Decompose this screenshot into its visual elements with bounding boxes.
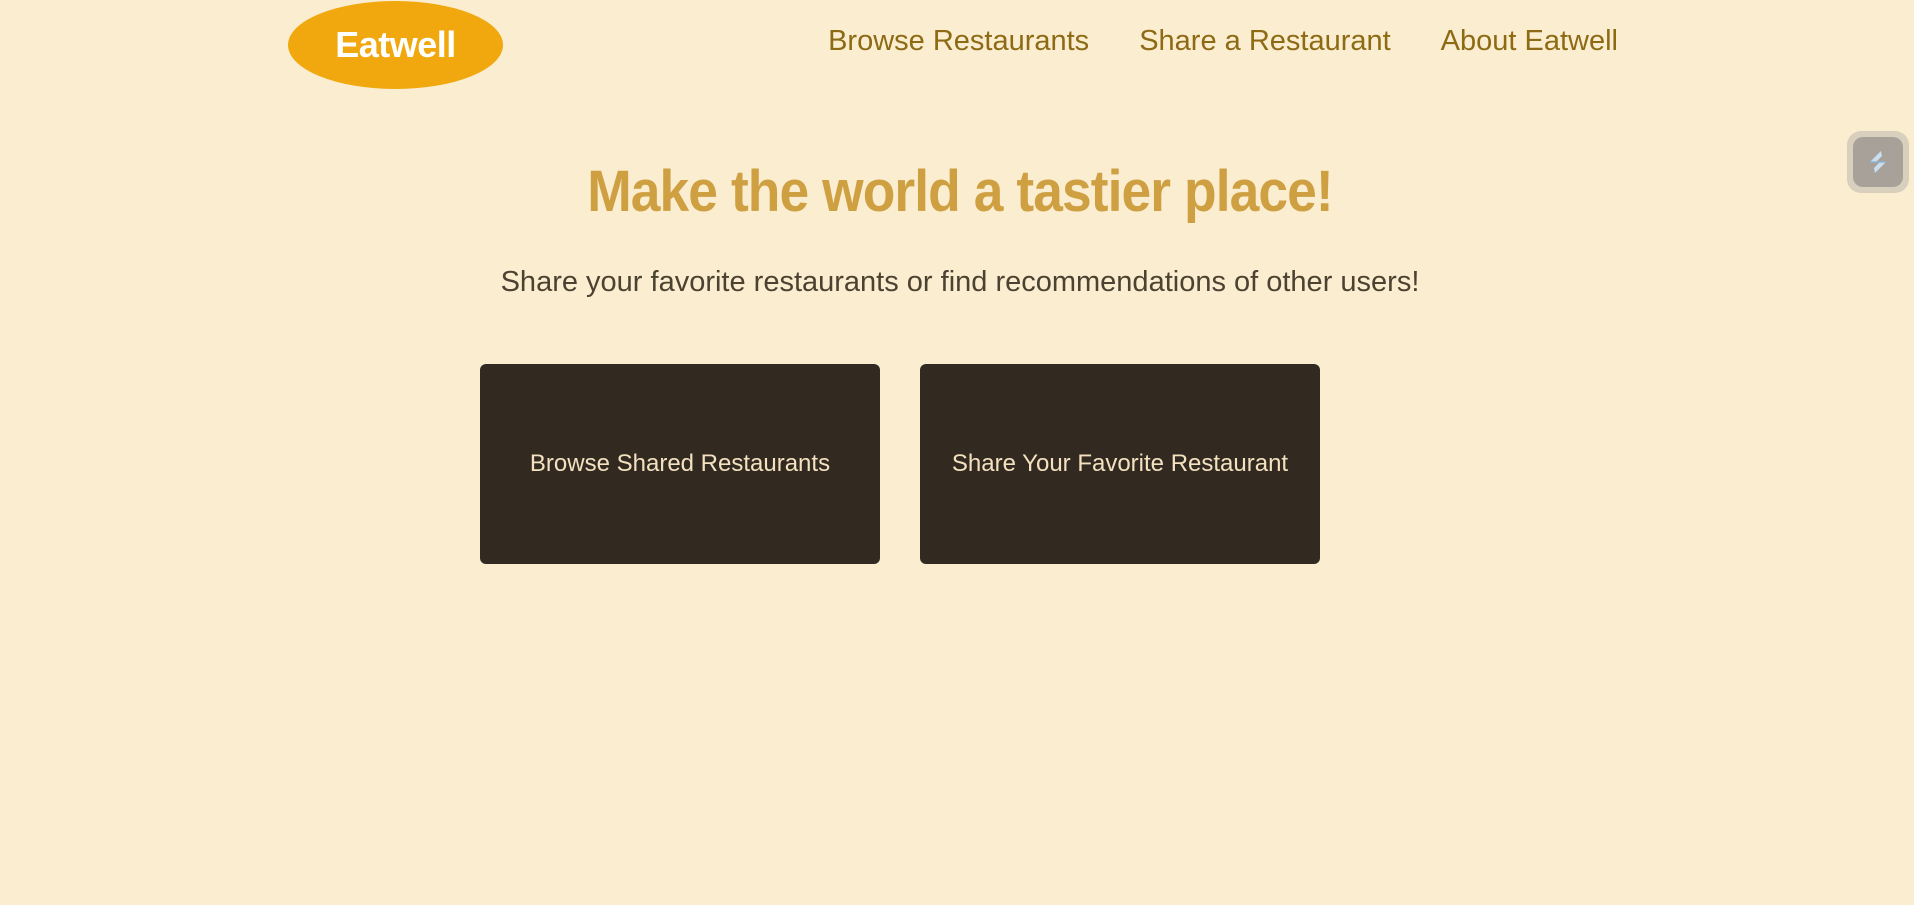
eatwell-logo[interactable]: Eatwell <box>288 1 503 89</box>
nav-about-eatwell[interactable]: About Eatwell <box>1441 25 1618 58</box>
hero-subtitle: Share your favorite restaurants or find … <box>500 266 1420 298</box>
share-favorite-restaurant-button[interactable]: Share Your Favorite Restaurant <box>920 364 1320 564</box>
hero-title: Make the world a tastier place! <box>587 159 1333 224</box>
nav-browse-restaurants[interactable]: Browse Restaurants <box>828 25 1089 58</box>
nav-share-restaurant[interactable]: Share a Restaurant <box>1139 25 1390 58</box>
extension-icon <box>1853 137 1903 187</box>
extension-widget-button[interactable] <box>1847 131 1909 193</box>
main-nav: Browse Restaurants Share a Restaurant Ab… <box>828 25 1618 58</box>
extension-icon-glyph <box>1870 151 1886 173</box>
browse-shared-restaurants-button[interactable]: Browse Shared Restaurants <box>480 364 880 564</box>
site-header: Eatwell Browse Restaurants Share a Resta… <box>0 0 1914 92</box>
